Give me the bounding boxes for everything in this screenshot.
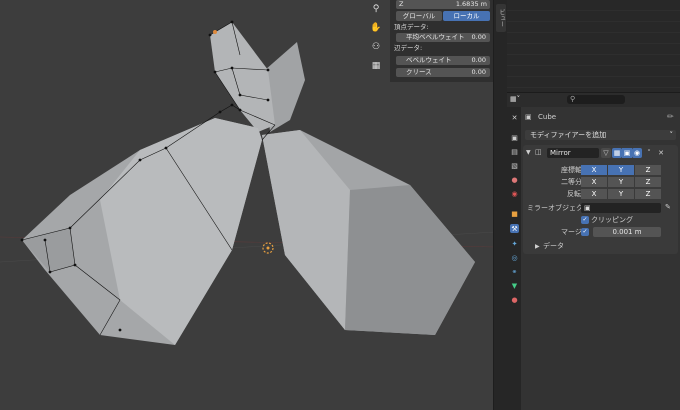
list-item[interactable]: [507, 77, 680, 88]
on-cage-icon[interactable]: ▽: [601, 148, 611, 158]
world-tab-icon[interactable]: ◉: [510, 189, 519, 198]
editor-type-icon[interactable]: ▦˅: [510, 95, 524, 104]
bevel-weight-label: ベベルウェイト: [406, 56, 452, 64]
particles-tab-icon[interactable]: ✦: [510, 239, 519, 248]
merge-distance-field[interactable]: 0.001 m: [593, 227, 661, 237]
output-tab-icon[interactable]: ▤: [510, 147, 519, 156]
vertex-data-label: 頂点データ:: [394, 23, 429, 31]
object-tab-icon[interactable]: ■: [510, 209, 519, 218]
edge-data-label: 辺データ:: [394, 44, 423, 52]
flip-z-toggle[interactable]: Z: [635, 189, 661, 199]
list-item[interactable]: [507, 44, 680, 55]
hand-icon[interactable]: ✋: [368, 20, 384, 36]
data-tab-icon[interactable]: ▼: [510, 281, 519, 290]
global-toggle[interactable]: グローバル: [396, 11, 442, 21]
grid-icon[interactable]: ▦: [368, 58, 384, 74]
bevel-weight-field[interactable]: ベベルウェイト 0.00: [396, 56, 490, 65]
camera-icon[interactable]: ⚇: [368, 39, 384, 55]
list-item[interactable]: [507, 55, 680, 66]
crease-field[interactable]: クリース 0.00: [396, 68, 490, 77]
pin-icon[interactable]: ✏: [667, 112, 674, 121]
list-item[interactable]: [507, 0, 680, 11]
merge-label: マージ: [561, 228, 582, 236]
list-item[interactable]: [507, 11, 680, 22]
list-item[interactable]: [507, 22, 680, 33]
properties-panel: ▣ Cube ✏ モディファイアーを追加 ˅ ▼ ◫ Mirror ▽ ▦ ▣ …: [521, 107, 680, 410]
dropdown-chevron-icon[interactable]: ˅: [645, 148, 653, 158]
flip-y-toggle[interactable]: Y: [608, 189, 634, 199]
expand-arrow-icon[interactable]: ▶: [535, 243, 540, 250]
z-label: Z: [399, 0, 404, 8]
outliner: [507, 0, 680, 94]
bisect-y-toggle[interactable]: Y: [608, 177, 634, 187]
mean-bevel-weight-value: 0.00: [471, 33, 486, 41]
wrench-icon[interactable]: ⚒: [510, 224, 519, 233]
eyedropper-icon[interactable]: ✎: [665, 203, 671, 211]
axis-label: 座標軸: [561, 166, 582, 174]
clipping-checkbox[interactable]: ✓: [581, 216, 589, 224]
physics-tab-icon[interactable]: ◎: [510, 253, 519, 262]
view-layer-tab-icon[interactable]: ▧: [510, 161, 519, 170]
crease-value: 0.00: [471, 68, 486, 76]
magnify-icon[interactable]: ⚲: [368, 1, 384, 17]
modifier-name-field[interactable]: Mirror: [547, 148, 599, 158]
z-value: 1.6835 m: [455, 0, 487, 8]
merge-checkbox[interactable]: ✓: [581, 228, 589, 236]
render-camera-icon[interactable]: ◉: [632, 148, 642, 158]
render-tab-icon[interactable]: ▣: [510, 133, 519, 142]
3d-cursor-icon[interactable]: [262, 242, 274, 254]
mirror-modifier-panel: ▼ ◫ Mirror ▽ ▦ ▣ ◉ ˅ ✕ 座標軸 X Y Z 二等分 X Y…: [523, 145, 678, 254]
neck-face: [210, 22, 275, 132]
list-item[interactable]: [507, 66, 680, 77]
flip-label: 反転: [567, 190, 581, 198]
flip-x-toggle[interactable]: X: [581, 189, 607, 199]
search-icon: ⚲: [570, 95, 576, 103]
properties-tabbar: ✕ ▣ ▤ ▧ ● ◉ ■ ⚒ ✦ ◎ ⚭ ▼ ●: [507, 107, 521, 410]
bisect-z-toggle[interactable]: Z: [635, 177, 661, 187]
viewport-nav-gizmos: ⚲ ✋ ⚇ ▦: [368, 0, 386, 77]
right-wing-shade: [345, 185, 475, 335]
axis-z-toggle[interactable]: Z: [635, 165, 661, 175]
object-name: Cube: [538, 113, 557, 121]
selected-vertex[interactable]: [213, 30, 217, 34]
bevel-weight-value: 0.00: [471, 56, 486, 64]
add-modifier-label: モディファイアーを追加: [530, 131, 607, 139]
search-input[interactable]: ⚲: [567, 95, 625, 104]
3d-viewport[interactable]: ⚲ ✋ ⚇ ▦ Z 1.6835 m グローバル ローカル 頂点データ: 平均ベ…: [0, 0, 495, 410]
object-icon: ▣: [525, 113, 532, 121]
mean-bevel-weight-label: 平均ベベルウェイト: [406, 33, 465, 41]
axis-x-toggle[interactable]: X: [581, 165, 607, 175]
mirror-object-field[interactable]: ▣: [581, 203, 661, 213]
sidebar-tabs: ビュー: [493, 0, 508, 410]
close-icon[interactable]: ✕: [657, 148, 665, 158]
add-modifier-button[interactable]: モディファイアーを追加 ˅: [525, 130, 676, 140]
crease-label: クリース: [406, 68, 432, 76]
item-properties-panel: Z 1.6835 m グローバル ローカル 頂点データ: 平均ベベルウェイト 0…: [390, 0, 493, 82]
tab-view[interactable]: ビュー: [496, 4, 506, 32]
realtime-icon[interactable]: ▣: [622, 148, 632, 158]
clipping-label: クリッピング: [591, 216, 633, 224]
mirror-modifier-icon: ◫: [535, 148, 542, 156]
scene-tab-icon[interactable]: ●: [510, 175, 519, 184]
collapse-arrow-icon[interactable]: ▼: [526, 149, 531, 156]
data-subpanel-label[interactable]: データ: [543, 241, 564, 251]
bisect-label: 二等分: [561, 178, 582, 186]
chevron-down-icon: ˅: [669, 131, 674, 139]
axis-y-toggle[interactable]: Y: [608, 165, 634, 175]
edit-mode-icon[interactable]: ▦: [612, 148, 622, 158]
mean-bevel-weight-field[interactable]: 平均ベベルウェイト 0.00: [396, 33, 490, 42]
tool-tab-icon[interactable]: ✕: [510, 113, 519, 122]
material-tab-icon[interactable]: ●: [510, 295, 519, 304]
list-item[interactable]: [507, 33, 680, 44]
object-field-icon: ▣: [584, 204, 591, 212]
local-toggle[interactable]: ローカル: [443, 11, 490, 21]
bisect-x-toggle[interactable]: X: [581, 177, 607, 187]
constraints-tab-icon[interactable]: ⚭: [510, 267, 519, 276]
z-location-field[interactable]: Z 1.6835 m: [396, 0, 490, 9]
properties-header: ▦˅ ⚲: [507, 93, 680, 107]
